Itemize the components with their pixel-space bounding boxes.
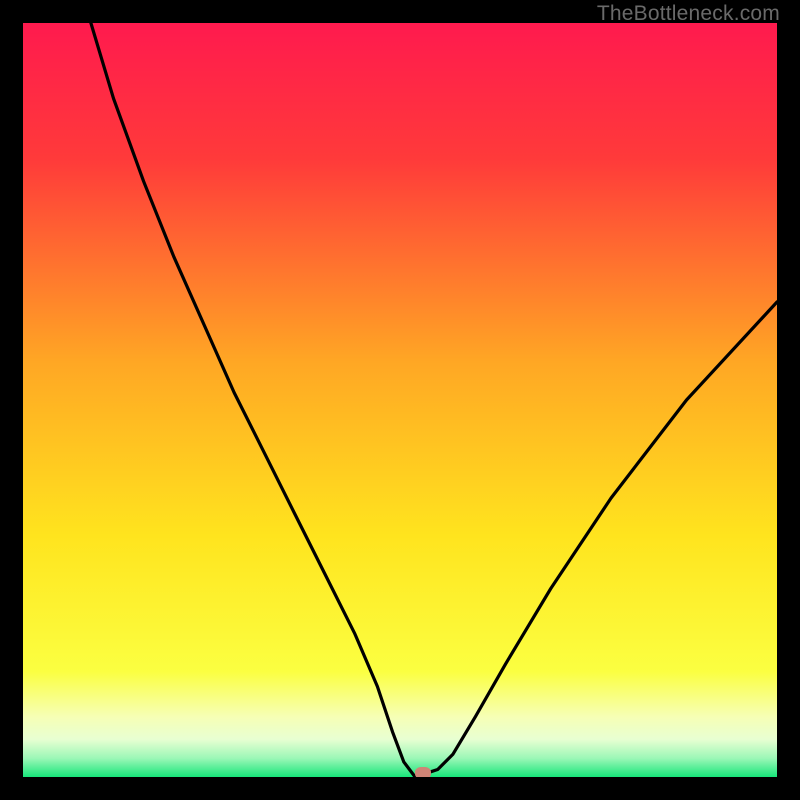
chart-frame: TheBottleneck.com [0, 0, 800, 800]
plot-area [23, 23, 777, 777]
optimum-marker [415, 767, 431, 777]
curve-path [91, 23, 777, 777]
watermark-text: TheBottleneck.com [597, 2, 780, 26]
bottleneck-curve [23, 23, 777, 777]
